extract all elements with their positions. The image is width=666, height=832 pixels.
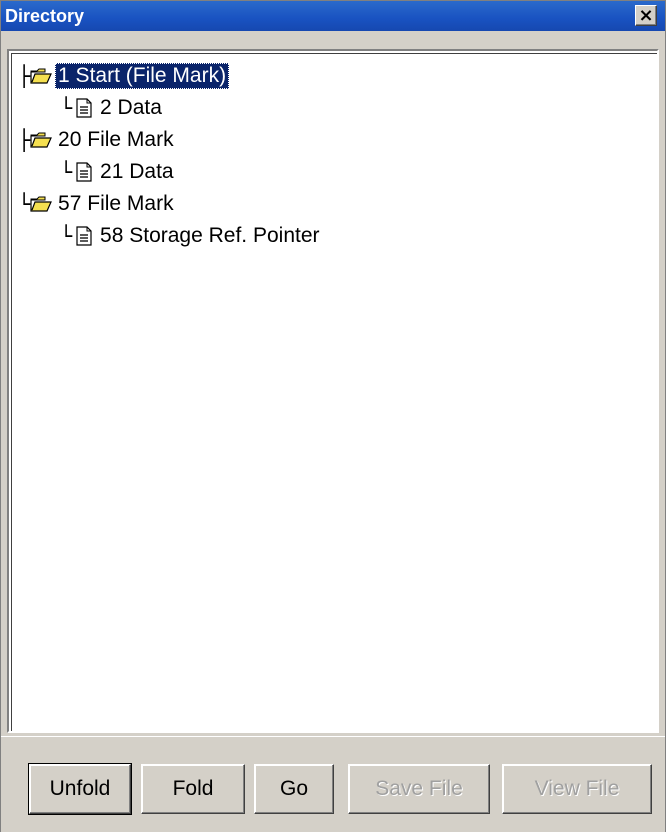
tree-item-start-file-mark[interactable]: ├ 1 Start (File Mark) xyxy=(18,60,230,92)
save-file-button[interactable]: Save File xyxy=(348,764,490,814)
view-file-button[interactable]: View File xyxy=(502,764,652,814)
tree-connector: ├ xyxy=(18,128,31,152)
document-icon xyxy=(76,226,92,246)
folder-open-icon xyxy=(30,132,52,148)
tree-item-label: 1 Start (File Mark) xyxy=(55,63,230,89)
unfold-button[interactable]: Unfold xyxy=(29,764,131,814)
tree-item-label: 2 Data xyxy=(100,96,162,119)
window-title: Directory xyxy=(5,5,85,26)
tree-view: ├ 1 Start (File Mark) └ 2 Data ├ 20 File… xyxy=(11,53,657,731)
tree-item-label: 58 Storage Ref. Pointer xyxy=(100,224,320,247)
button-bar: Unfold Fold Go Save File View File xyxy=(1,736,665,832)
tree-connector: ├ xyxy=(18,64,31,88)
folder-open-icon xyxy=(30,68,52,84)
tree-item-storage-ref-pointer[interactable]: └ 58 Storage Ref. Pointer xyxy=(60,220,323,252)
title-bar[interactable]: Directory × xyxy=(1,1,665,31)
tree-item-data-21[interactable]: └ 21 Data xyxy=(60,156,177,188)
directory-window: Directory × ├ 1 Start (File Mark) └ 2 Da… xyxy=(0,0,666,832)
tree-item-label: 21 Data xyxy=(100,160,174,183)
directory-tree[interactable]: ├ 1 Start (File Mark) └ 2 Data ├ 20 File… xyxy=(7,49,659,733)
folder-open-icon xyxy=(30,196,52,212)
tree-item-data[interactable]: └ 2 Data xyxy=(60,92,165,124)
tree-item-file-mark-57[interactable]: └ 57 File Mark xyxy=(18,188,177,220)
tree-connector: └ xyxy=(60,224,73,248)
close-button[interactable]: × xyxy=(635,5,657,26)
tree-connector: └ xyxy=(60,96,73,120)
go-button[interactable]: Go xyxy=(254,764,334,814)
tree-item-label: 57 File Mark xyxy=(58,192,174,215)
tree-connector: └ xyxy=(60,160,73,184)
tree-item-file-mark-20[interactable]: ├ 20 File Mark xyxy=(18,124,177,156)
document-icon xyxy=(76,162,92,182)
fold-button[interactable]: Fold xyxy=(141,764,245,814)
document-icon xyxy=(76,98,92,118)
tree-connector: └ xyxy=(18,192,31,216)
tree-item-label: 20 File Mark xyxy=(58,128,174,151)
close-icon: × xyxy=(638,4,654,26)
